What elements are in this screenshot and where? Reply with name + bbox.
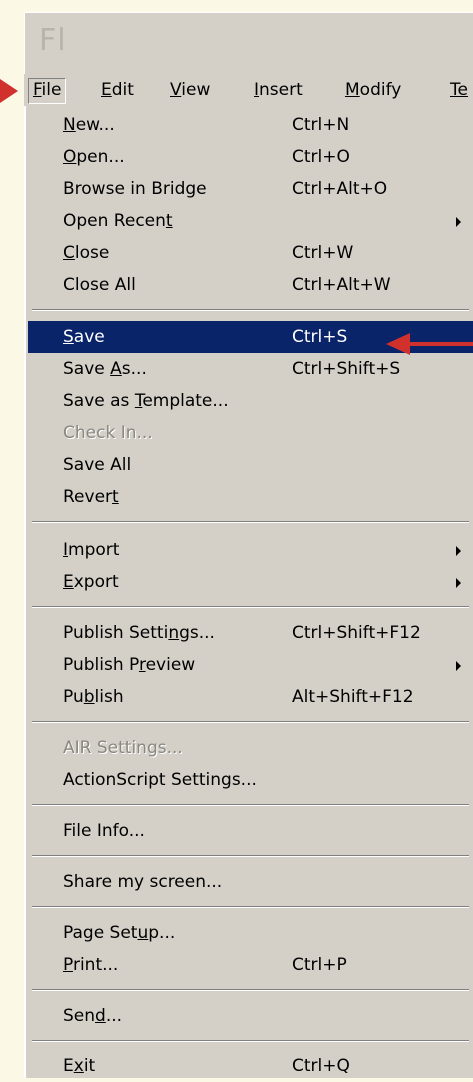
menu-item-file-info[interactable]: File Info...: [28, 815, 473, 847]
menu-item-label: Save as Template...: [63, 391, 229, 411]
shortcut: Ctrl+Q: [292, 1056, 350, 1076]
submenu-arrow-icon: [456, 661, 461, 671]
menu-item-label: File Info...: [63, 821, 145, 841]
menu-item-page-setup[interactable]: Page Setup...: [28, 917, 473, 949]
menu-item-label: Publish Preview: [63, 655, 196, 675]
menu-item-save-as[interactable]: Save As... Ctrl+Shift+S: [28, 353, 473, 385]
shortcut: Ctrl+P: [292, 955, 347, 975]
annotation-arrow-save-head: [386, 333, 410, 355]
app-logo: Fl: [39, 23, 67, 58]
menu-item-label: Save: [63, 327, 105, 347]
menubar: File Edit View Insert Modify Te: [24, 74, 473, 107]
shortcut: Ctrl+Alt+W: [292, 275, 391, 295]
menu-separator: [32, 521, 469, 523]
menu-item-label: Revert: [63, 487, 119, 507]
menu-modify[interactable]: Modify: [341, 78, 405, 102]
shortcut: Ctrl+Shift+F12: [292, 623, 421, 643]
menu-item-actionscript-settings[interactable]: ActionScript Settings...: [28, 764, 473, 796]
menu-item-publish-preview[interactable]: Publish Preview: [28, 649, 473, 681]
menu-item-label: Import: [63, 540, 120, 560]
menu-item-browse-in-bridge[interactable]: Browse in Bridge Ctrl+Alt+O: [28, 173, 473, 205]
menu-item-export[interactable]: Export: [28, 566, 473, 598]
menu-separator: [32, 906, 469, 908]
menu-item-save-all[interactable]: Save All: [28, 449, 473, 481]
submenu-arrow-icon: [456, 546, 461, 556]
menu-item-exit[interactable]: Exit Ctrl+Q: [28, 1050, 473, 1082]
shortcut: Ctrl+Alt+O: [292, 179, 388, 199]
shortcut: Ctrl+O: [292, 147, 350, 167]
menu-item-air-settings: AIR Settings...: [28, 732, 473, 764]
menu-item-send[interactable]: Send...: [28, 1000, 473, 1032]
menu-edit[interactable]: Edit: [97, 78, 138, 102]
menu-item-save-as-template[interactable]: Save as Template...: [28, 385, 473, 417]
shortcut: Ctrl+Shift+S: [292, 359, 401, 379]
menu-separator: [32, 309, 469, 311]
menu-item-label: Send...: [63, 1006, 123, 1026]
menu-item-publish[interactable]: Publish Alt+Shift+F12: [28, 681, 473, 713]
menu-separator: [32, 721, 469, 723]
menu-file[interactable]: File: [28, 78, 67, 104]
menu-separator: [32, 1040, 469, 1042]
menu-item-label: Save All: [63, 455, 132, 475]
menu-item-label: Publish Settings...: [63, 623, 215, 643]
menu-separator: [32, 606, 469, 608]
menu-item-label: Open Recent: [63, 211, 173, 231]
menu-item-print[interactable]: Print... Ctrl+P: [28, 949, 473, 981]
menu-item-open-recent[interactable]: Open Recent: [28, 205, 473, 237]
menu-item-label: Share my screen...: [63, 872, 223, 892]
title-bar: Fl: [24, 12, 473, 75]
annotation-arrow-file: [0, 79, 18, 103]
menu-item-label: Export: [63, 572, 119, 592]
menu-item-label: Check In...: [63, 423, 153, 443]
menu-separator: [32, 855, 469, 857]
menu-item-label: Exit: [63, 1056, 96, 1076]
menu-item-label: Browse in Bridge: [63, 179, 207, 199]
menu-item-close-all[interactable]: Close All Ctrl+Alt+W: [28, 269, 473, 301]
menu-item-label: Page Setup...: [63, 923, 176, 943]
shortcut: Ctrl+N: [292, 115, 350, 135]
file-menu-dropdown: New... Ctrl+N Open... Ctrl+O Browse in Bri…: [24, 106, 473, 1078]
submenu-arrow-icon: [456, 217, 461, 227]
menu-item-publish-settings[interactable]: Publish Settings... Ctrl+Shift+F12: [28, 617, 473, 649]
menu-item-open[interactable]: Open... Ctrl+O: [28, 141, 473, 173]
menu-item-label: Publish: [63, 687, 124, 707]
menu-item-label: New...: [63, 115, 115, 135]
shortcut: Alt+Shift+F12: [292, 687, 414, 707]
menu-item-label: Open...: [63, 147, 125, 167]
menu-item-label: Close: [63, 243, 110, 263]
menu-item-share-my-screen[interactable]: Share my screen...: [28, 866, 473, 898]
menu-separator: [32, 804, 469, 806]
menu-item-label: Close All: [63, 275, 136, 295]
menu-text[interactable]: Te: [446, 78, 472, 102]
menu-item-label: ActionScript Settings...: [63, 770, 257, 790]
menu-insert[interactable]: Insert: [250, 78, 307, 102]
menu-item-new[interactable]: New... Ctrl+N: [28, 109, 473, 141]
menu-item-label: AIR Settings...: [63, 738, 183, 758]
menu-view[interactable]: View: [166, 78, 214, 102]
menu-separator: [32, 989, 469, 991]
menu-item-close[interactable]: Close Ctrl+W: [28, 237, 473, 269]
shortcut: Ctrl+W: [292, 243, 354, 263]
annotation-arrow-save-shaft: [408, 342, 473, 346]
submenu-arrow-icon: [456, 578, 461, 588]
menu-item-label: Save As...: [63, 359, 147, 379]
menu-item-revert[interactable]: Revert: [28, 481, 473, 513]
menu-item-label: Print...: [63, 955, 119, 975]
menu-item-import[interactable]: Import: [28, 534, 473, 566]
shortcut: Ctrl+S: [292, 327, 348, 347]
menu-item-check-in: Check In...: [28, 417, 473, 449]
